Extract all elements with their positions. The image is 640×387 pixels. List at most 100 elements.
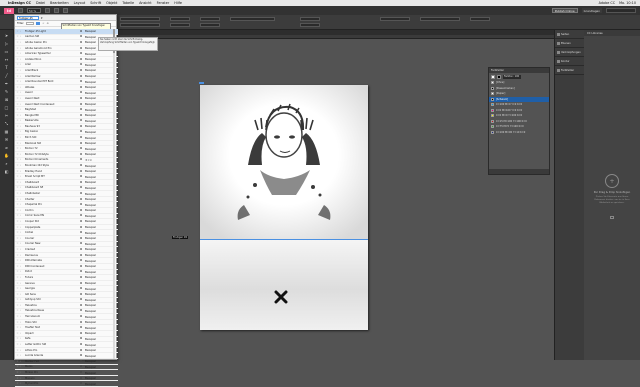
leading-field[interactable] xyxy=(170,23,190,27)
pencil-tool-icon[interactable]: ✎ xyxy=(3,88,11,94)
font-sample: Beispiel xyxy=(85,146,96,151)
bridge-button[interactable] xyxy=(18,8,23,13)
gap-tool-icon[interactable]: ↔ xyxy=(3,56,11,62)
gradient-tool-icon[interactable]: ▦ xyxy=(3,128,11,134)
fill-box[interactable] xyxy=(491,74,495,79)
typekit-filter-icon[interactable] xyxy=(36,21,41,26)
x-glyph-icon[interactable] xyxy=(274,290,288,304)
columns-field[interactable] xyxy=(470,17,490,21)
paragraph-style-field[interactable] xyxy=(380,17,410,21)
pen-tool-icon[interactable]: ✒ xyxy=(3,80,11,86)
libraries-headline: Per Drag & Drop hinzufügen xyxy=(593,191,631,194)
zoom-tool-icon[interactable]: ⌕ xyxy=(3,160,11,166)
filter-dropdown[interactable] xyxy=(26,21,35,26)
swatch-chip xyxy=(491,103,494,107)
menu-bearbeiten[interactable]: Bearbeiten xyxy=(50,1,69,5)
baseline-field[interactable] xyxy=(300,23,320,27)
menu-tabelle[interactable]: Tabelle xyxy=(122,1,134,5)
dock-tab-kontur[interactable]: Kontur xyxy=(555,57,584,66)
arrange-documents-button[interactable] xyxy=(63,8,68,13)
text-frame-edge[interactable] xyxy=(200,239,368,240)
panel-dock: Seiten Ebenen Verknüpfungen Kontur Farbf… xyxy=(554,30,584,360)
font-sample: Beispiel xyxy=(85,124,96,129)
font-style-field[interactable] xyxy=(120,23,160,27)
menu-schrift[interactable]: Schrift xyxy=(90,1,101,5)
libraries-title[interactable]: CC Libraries xyxy=(584,30,640,36)
swatch-item[interactable]: C=100 M=90 Y=10 K=0 xyxy=(489,130,549,136)
publish-online-button[interactable]: Publish Online xyxy=(551,8,578,13)
font-search-input[interactable]: frutiger 45 xyxy=(17,15,39,20)
tint-field[interactable]: Farbton: 100 xyxy=(503,74,521,79)
similar-filter-icon[interactable]: ≈ xyxy=(47,22,49,25)
scissors-tool-icon[interactable]: ✂ xyxy=(3,112,11,118)
type-tool-icon[interactable]: T xyxy=(3,64,11,70)
font-list-scrollbar[interactable] xyxy=(113,29,115,359)
workspace-switcher[interactable]: Grundlagen xyxy=(581,8,602,13)
frame-marker xyxy=(199,82,204,84)
eyedropper-tool-icon[interactable]: ⌀ xyxy=(3,144,11,150)
zoom-field[interactable]: 50 % xyxy=(27,8,41,13)
dock-tab-farbfelder[interactable]: Farbfelder xyxy=(555,66,584,75)
font-list: ☆ › Frutiger 45 Light O Beispiel ☆ › Aachen Std… xyxy=(15,29,118,387)
search-input[interactable] xyxy=(606,8,636,13)
favorites-filter-icon[interactable]: ☆ xyxy=(42,22,44,25)
font-list-item[interactable]: ☆ › Myriad Pro O Beispiel xyxy=(15,381,118,387)
font-name: Courier New xyxy=(25,242,41,246)
menu-ansicht[interactable]: Ansicht xyxy=(139,1,152,5)
menu-objekt[interactable]: Objekt xyxy=(106,1,117,5)
stroke-box[interactable] xyxy=(497,74,501,79)
chevron-down-icon[interactable]: ▾ xyxy=(41,16,43,20)
font-name: Charter xyxy=(25,197,35,201)
font-family-field[interactable] xyxy=(120,17,160,21)
screen-mode-button[interactable] xyxy=(54,8,59,13)
language-field[interactable] xyxy=(420,17,460,21)
menu-app[interactable]: InDesign CC xyxy=(8,1,31,5)
line-tool-icon[interactable]: ╱ xyxy=(3,72,11,78)
font-name: Helvetica xyxy=(25,303,37,307)
rectangle-frame-tool-icon[interactable]: ⊠ xyxy=(3,96,11,102)
font-name: Hoefler Text xyxy=(25,326,40,330)
tracking-field[interactable] xyxy=(200,23,220,27)
font-name: Damascus xyxy=(25,253,38,257)
menu-hilfe[interactable]: Hilfe xyxy=(174,1,182,5)
font-sample: Beispiel xyxy=(85,253,96,258)
dock-tab-seiten[interactable]: Seiten xyxy=(555,30,584,39)
rectangle-tool-icon[interactable]: □ xyxy=(3,104,11,110)
font-sample: Beispiel xyxy=(85,342,96,347)
hand-tool-icon[interactable]: ✋ xyxy=(3,152,11,158)
font-sample: Beispiel xyxy=(85,370,96,375)
swatch-chip xyxy=(491,92,494,96)
menu-fenster[interactable]: Fenster xyxy=(157,1,170,5)
view-options-button[interactable] xyxy=(45,8,50,13)
font-name: Copperplate xyxy=(25,225,41,229)
status-app[interactable]: Adobe CC xyxy=(599,1,616,5)
character-style-field[interactable] xyxy=(230,17,275,21)
free-transform-tool-icon[interactable]: ⤡ xyxy=(3,120,11,126)
library-folder-icon[interactable] xyxy=(610,216,614,219)
document-page[interactable] xyxy=(200,85,368,330)
swatch-chip xyxy=(491,108,494,112)
fill-stroke-icon[interactable]: ◧ xyxy=(3,168,11,174)
font-name: Georgia xyxy=(25,287,35,291)
scale-field[interactable] xyxy=(300,17,320,21)
font-sample: Beispiel xyxy=(85,118,96,123)
font-sample: Beispiel xyxy=(85,197,96,202)
font-sample: Beispiel xyxy=(85,376,96,381)
font-name: Baghdad xyxy=(25,108,37,112)
menu-datei[interactable]: Datei xyxy=(36,1,45,5)
dock-tab-verknuepfungen[interactable]: Verknüpfungen xyxy=(555,48,584,57)
selection-tool-icon[interactable]: ➤ xyxy=(3,32,11,38)
font-size-field[interactable] xyxy=(170,17,190,21)
font-sample: Beispiel xyxy=(85,163,96,168)
font-name: Andale Mono xyxy=(25,57,42,61)
font-name: Bodoni 72 xyxy=(25,147,38,151)
font-name: Hobo Std xyxy=(25,320,37,324)
direct-selection-tool-icon[interactable]: ▷ xyxy=(3,40,11,46)
font-sample: Beispiel xyxy=(85,364,96,369)
font-sample: Beispiel xyxy=(85,286,96,291)
dock-tab-ebenen[interactable]: Ebenen xyxy=(555,39,584,48)
kerning-field[interactable] xyxy=(200,17,220,21)
menu-layout[interactable]: Layout xyxy=(74,1,86,5)
note-tool-icon[interactable]: ✉ xyxy=(3,136,11,142)
page-tool-icon[interactable]: ▭ xyxy=(3,48,11,54)
